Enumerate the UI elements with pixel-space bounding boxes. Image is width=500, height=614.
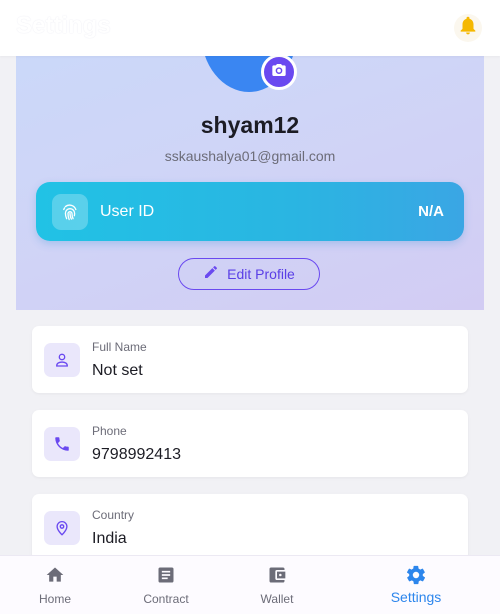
bottom-navigation: Home Contract Wallet Settings (0, 555, 500, 614)
country-value: India (92, 530, 127, 547)
username: shyam12 (200, 112, 300, 138)
home-icon (44, 564, 66, 586)
camera-icon (271, 62, 287, 83)
nav-wallet-label: Wallet (260, 592, 294, 606)
nav-contract-label: Contract (143, 592, 189, 606)
user-id-value: N/A (418, 203, 444, 220)
pencil-icon (203, 264, 219, 285)
nav-settings[interactable]: Settings (376, 556, 456, 614)
edit-profile-button[interactable]: Edit Profile (178, 258, 320, 290)
app-header: Settings (0, 0, 500, 56)
person-icon (44, 343, 80, 377)
user-id-label: User ID (100, 203, 155, 220)
nav-home[interactable]: Home (15, 556, 95, 614)
page-title: Settings (16, 12, 111, 39)
email: sskaushalya01@gmail.com (164, 148, 336, 164)
wallet-icon (266, 564, 288, 586)
phone-card[interactable]: Phone 9798992413 (32, 410, 468, 477)
country-label: Country (92, 508, 135, 522)
nav-wallet[interactable]: Wallet (237, 556, 317, 614)
change-photo-button[interactable] (261, 54, 297, 90)
phone-value: 9798992413 (92, 446, 181, 463)
edit-profile-label: Edit Profile (227, 266, 295, 282)
nav-home-label: Home (38, 592, 71, 606)
contract-icon (155, 564, 177, 586)
bell-icon (458, 16, 478, 41)
gear-icon (405, 564, 427, 586)
nav-contract[interactable]: Contract (126, 556, 206, 614)
nav-settings-label: Settings (390, 589, 442, 605)
full-name-card[interactable]: Full Name Not set (32, 326, 468, 393)
full-name-value: Not set (92, 362, 143, 379)
location-pin-icon (44, 511, 80, 545)
user-id-card[interactable]: User ID N/A (36, 182, 464, 241)
full-name-label: Full Name (92, 340, 147, 354)
phone-icon (44, 427, 80, 461)
country-card[interactable]: Country India (32, 494, 468, 561)
fingerprint-icon (52, 194, 88, 230)
phone-label: Phone (92, 424, 127, 438)
notifications-button[interactable] (454, 14, 482, 42)
